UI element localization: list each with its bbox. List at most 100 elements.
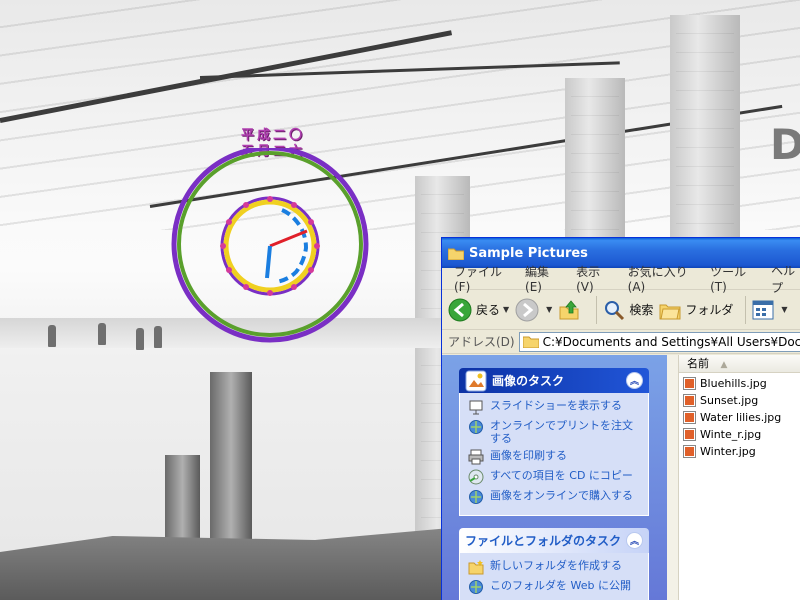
address-bar: アドレス(D) C:¥Documents and Settings¥All Us… <box>442 330 800 354</box>
wallpaper-sign-letter: D <box>770 120 800 169</box>
back-dropdown-icon[interactable]: ▼ <box>503 305 509 314</box>
file-tasks-body: 新しいフォルダを作成する このフォルダを Web に公開 <box>459 553 649 600</box>
menu-bar: ファイル(F) 編集(E) 表示(V) お気に入り(A) ツール(T) ヘルプ <box>442 264 800 295</box>
task-buy-online[interactable]: 画像をオンラインで購入する <box>468 489 640 505</box>
task-new-folder[interactable]: 新しいフォルダを作成する <box>468 559 640 575</box>
globe-icon <box>469 580 483 594</box>
jpg-file-icon <box>683 411 696 424</box>
back-arrow-icon <box>448 298 472 321</box>
task-label: オンラインでプリントを注文する <box>490 419 633 445</box>
search-button-label: 検索 <box>629 303 654 317</box>
task-label: 画像を印刷する <box>490 449 567 462</box>
file-item[interactable]: Winte_r.jpg <box>683 426 781 443</box>
file-tasks-header[interactable]: ファイルとフォルダのタスク ︽ <box>459 528 649 553</box>
task-label: 新しいフォルダを作成する <box>490 559 622 572</box>
task-label: すべての項目を CD にコピー <box>490 469 633 482</box>
search-icon <box>605 300 625 320</box>
file-name: Bluehills.jpg <box>700 377 767 390</box>
image-tasks-header[interactable]: 画像のタスク ︽ <box>459 368 649 393</box>
views-dropdown-icon[interactable]: ▼ <box>781 305 787 314</box>
file-item[interactable]: Water lilies.jpg <box>683 409 781 426</box>
wallpaper-person <box>98 323 106 345</box>
task-label: このフォルダを Web に公開 <box>490 579 631 592</box>
image-tasks-title: 画像のタスク <box>492 374 565 388</box>
task-label: 画像をオンラインで購入する <box>490 489 633 502</box>
views-button[interactable]: ▼ <box>752 300 788 320</box>
file-item[interactable]: Sunset.jpg <box>683 392 781 409</box>
folders-icon <box>659 304 681 319</box>
file-name: Winter.jpg <box>700 445 756 458</box>
menu-favorites[interactable]: お気に入り(A) <box>620 263 702 294</box>
search-button[interactable]: 検索 <box>603 299 653 321</box>
collapse-chevron-icon[interactable]: ︽ <box>626 372 643 389</box>
task-copy-cd[interactable]: すべての項目を CD にコピー <box>468 469 640 485</box>
clock-date-line1: 平成二〇 <box>240 128 305 143</box>
address-input[interactable]: C:¥Documents and Settings¥All Users¥Docu… <box>518 331 800 352</box>
task-slideshow[interactable]: スライドショーを表示する <box>468 399 640 415</box>
files-container: Bluehills.jpg Sunset.jpg Water lilies.jp… <box>683 375 781 460</box>
menu-view[interactable]: 表示(V) <box>568 263 620 294</box>
folders-button[interactable]: フォルダ <box>659 299 733 321</box>
column-header-label: 名前 <box>687 357 709 370</box>
clock-hour-hand <box>269 229 308 248</box>
new-folder-icon <box>468 560 484 575</box>
clock-outer-ring-green <box>177 151 363 337</box>
views-icon <box>752 300 774 319</box>
toolbar-separator <box>745 295 747 324</box>
task-print[interactable]: 画像を印刷する <box>468 449 640 465</box>
forward-arrow-icon <box>515 298 539 321</box>
clock-minute-hand <box>265 245 272 279</box>
folders-button-label: フォルダ <box>685 303 734 317</box>
address-label: アドレス(D) <box>448 335 515 349</box>
forward-button[interactable]: ▼ <box>515 298 552 322</box>
file-item[interactable]: Winter.jpg <box>683 443 781 460</box>
back-button[interactable]: 戻る ▼ <box>448 298 509 322</box>
column-header-name[interactable]: 名前 ▲ <box>679 355 800 373</box>
wallpaper-person <box>48 325 56 347</box>
cd-icon <box>468 469 484 485</box>
up-folder-button[interactable] <box>558 299 584 321</box>
window-title: Sample Pictures <box>469 245 588 261</box>
clock-second-trail <box>275 208 309 284</box>
image-tasks-panel: 画像のタスク ︽ スライドショーを表示する オンラインでプリントを注文する 画像… <box>459 368 649 516</box>
collapse-chevron-icon[interactable]: ︽ <box>626 532 643 549</box>
address-value: C:¥Documents and Settings¥All Users¥Docu… <box>542 334 800 349</box>
file-item[interactable]: Bluehills.jpg <box>683 375 781 392</box>
wallpaper-person <box>154 326 162 348</box>
menu-file[interactable]: ファイル(F) <box>446 263 517 294</box>
task-label: スライドショーを表示する <box>490 399 622 412</box>
file-name: Water lilies.jpg <box>700 411 782 424</box>
wallpaper-person <box>136 328 144 350</box>
toolbar: 戻る ▼ ▼ 検索 フォルダ ▼ <box>442 290 800 330</box>
file-name: Winte_r.jpg <box>700 428 762 441</box>
up-folder-icon <box>559 299 579 319</box>
jpg-file-icon <box>683 445 696 458</box>
file-name: Sunset.jpg <box>700 394 759 407</box>
menu-edit[interactable]: 編集(E) <box>517 263 568 294</box>
task-order-prints[interactable]: オンラインでプリントを注文する <box>468 419 640 445</box>
jpg-file-icon <box>683 377 696 390</box>
toolbar-separator <box>596 295 598 324</box>
file-tasks-panel: ファイルとフォルダのタスク ︽ 新しいフォルダを作成する このフォルダを Web… <box>459 528 649 600</box>
file-list[interactable]: 名前 ▲ Bluehills.jpg Sunset.jpg Water lili… <box>667 355 800 600</box>
menu-help[interactable]: ヘルプ <box>763 262 800 296</box>
clock-outer-ring-purple <box>171 148 369 343</box>
wallpaper-ship-tower <box>210 372 252 552</box>
folder-icon <box>522 336 539 348</box>
task-pane: 画像のタスク ︽ スライドショーを表示する オンラインでプリントを注文する 画像… <box>442 355 667 600</box>
task-publish-web[interactable]: このフォルダを Web に公開 <box>468 579 640 595</box>
image-tasks-icon <box>465 370 487 391</box>
printer-icon <box>468 449 484 465</box>
clock-gadget[interactable] <box>170 148 370 348</box>
jpg-file-icon <box>683 394 696 407</box>
menu-tools[interactable]: ツール(T) <box>702 263 763 294</box>
back-button-label: 戻る <box>476 303 501 317</box>
explorer-window[interactable]: Sample Pictures ファイル(F) 編集(E) 表示(V) お気に入… <box>441 237 800 600</box>
file-tasks-title: ファイルとフォルダのタスク <box>465 534 622 548</box>
folder-icon <box>448 248 464 260</box>
file-list-gutter <box>667 355 679 600</box>
jpg-file-icon <box>683 428 696 441</box>
wallpaper-ship-tower <box>165 455 200 545</box>
globe-print-icon <box>469 420 483 434</box>
forward-dropdown-icon[interactable]: ▼ <box>546 305 552 314</box>
